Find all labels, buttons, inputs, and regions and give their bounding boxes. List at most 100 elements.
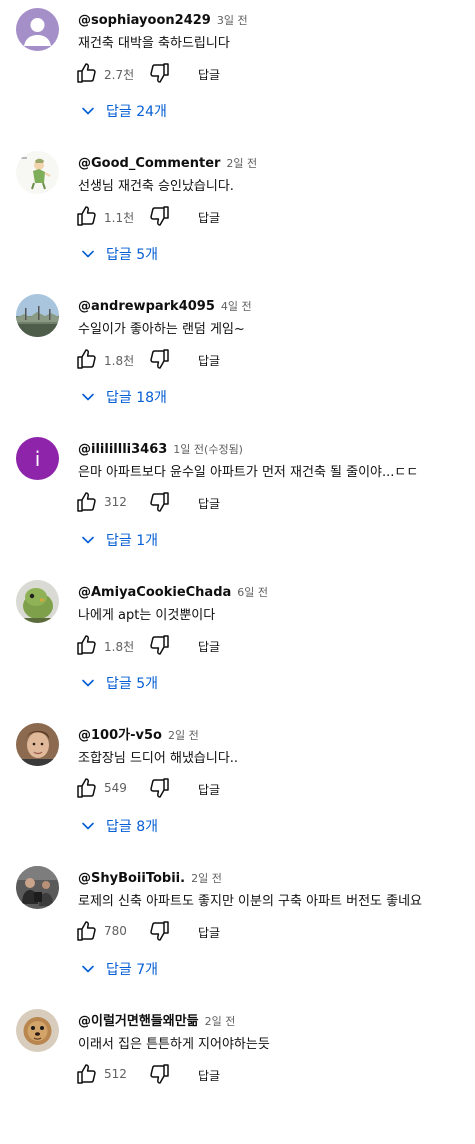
comment-thread: @100가-v5o 2일 전 조합장님 드디어 해냈습니다.. 549 답글 답글 8개: [0, 715, 475, 858]
thumbs-down-icon: [148, 347, 172, 371]
comment-thread: i @ililillli3463 1일 전(수정됨) 은마 아파트보다 윤수일 아파트…: [0, 429, 475, 572]
view-replies-button[interactable]: 답글 24개: [78, 100, 167, 128]
chevron-down-icon: [78, 816, 98, 836]
like-button[interactable]: [74, 633, 98, 657]
comment-timestamp[interactable]: 2일 전: [205, 1015, 236, 1028]
comment-text: 이래서 집은 튼튼하게 지어야하는듯: [78, 1037, 270, 1052]
comment-thread: @sophiayoon2429 3일 전 재건축 대박을 축하드립니다 2.7천 답글 답…: [0, 0, 475, 143]
thumbs-up-icon: [74, 1062, 98, 1086]
view-replies-button[interactable]: 답글 1개: [78, 529, 158, 557]
avatar[interactable]: [16, 866, 59, 909]
view-replies-button[interactable]: 답글 7개: [78, 958, 158, 986]
avatar[interactable]: [16, 723, 59, 766]
avatar[interactable]: [16, 8, 59, 51]
like-button[interactable]: [74, 204, 98, 228]
thumbs-down-icon: [148, 633, 172, 657]
comment-author[interactable]: @Good_Commenter: [78, 156, 220, 171]
chevron-down-icon: [78, 959, 98, 979]
like-button[interactable]: [74, 347, 98, 371]
comment-author[interactable]: @sophiayoon2429: [78, 13, 211, 28]
reply-button[interactable]: 답글: [198, 352, 220, 369]
comment-author[interactable]: @AmiyaCookieChada: [78, 585, 231, 600]
dislike-button[interactable]: [148, 347, 172, 371]
reply-button[interactable]: 답글: [198, 638, 220, 655]
thumbs-up-icon: [74, 776, 98, 800]
comment-timestamp[interactable]: 1일 전(수정됨): [173, 443, 243, 456]
reply-button[interactable]: 답글: [198, 1067, 220, 1084]
comment-timestamp[interactable]: 3일 전: [217, 14, 248, 27]
chevron-down-icon: [78, 244, 98, 264]
avatar[interactable]: [16, 294, 59, 337]
dislike-button[interactable]: [148, 490, 172, 514]
dislike-button[interactable]: [148, 919, 172, 943]
comment-timestamp[interactable]: 2일 전: [191, 872, 222, 885]
view-replies-button[interactable]: 답글 5개: [78, 672, 158, 700]
like-count: 1.8천: [104, 640, 135, 654]
like-count: 2.7천: [104, 68, 135, 82]
avatar[interactable]: i: [16, 437, 59, 480]
comment-thread: @andrewpark4095 4일 전 수일이가 좋아하는 랜덤 게임~ 1.8천 답…: [0, 286, 475, 429]
comment-actions: 1.8천 답글: [74, 631, 274, 661]
comment-author[interactable]: @이럴거면핸들왜만듦: [78, 1014, 199, 1029]
comment-thread: @AmiyaCookieChada 6일 전 나에게 apt는 이것뿐이다 1.8천 답…: [0, 572, 475, 715]
view-replies-button[interactable]: 답글 18개: [78, 386, 167, 414]
comment-text: 조합장님 드디어 해냈습니다..: [78, 751, 239, 766]
like-button[interactable]: [74, 61, 98, 85]
reply-button[interactable]: 답글: [198, 924, 220, 941]
reply-button[interactable]: 답글: [198, 66, 220, 83]
reply-button[interactable]: 답글: [198, 781, 220, 798]
comment-header: @andrewpark4095 4일 전: [78, 296, 252, 316]
thumbs-up-icon: [74, 347, 98, 371]
comment-timestamp[interactable]: 2일 전: [168, 729, 199, 742]
comment-header: @이럴거면핸들왜만듦 2일 전: [78, 1011, 235, 1031]
comment-author[interactable]: @ShyBoiiTobii.: [78, 871, 185, 886]
comment-text: 수일이가 좋아하는 랜덤 게임~: [78, 322, 245, 337]
thumbs-up-icon: [74, 919, 98, 943]
comment-actions: 1.1천 답글: [74, 202, 274, 232]
chevron-down-icon: [78, 530, 98, 550]
view-replies-button[interactable]: 답글 8개: [78, 815, 158, 843]
like-count: 512: [104, 1067, 127, 1081]
replies-count-label: 답글 18개: [106, 389, 167, 406]
thumbs-down-icon: [148, 1062, 172, 1086]
replies-count-label: 답글 7개: [106, 961, 158, 978]
like-count: 780: [104, 924, 127, 938]
comment-header: @100가-v5o 2일 전: [78, 725, 199, 745]
avatar[interactable]: [16, 580, 59, 623]
dislike-button[interactable]: [148, 204, 172, 228]
comment-header: @ililillli3463 1일 전(수정됨): [78, 439, 243, 459]
reply-button[interactable]: 답글: [198, 495, 220, 512]
comment-text: 선생님 재건축 승인났습니다.: [78, 179, 234, 194]
like-button[interactable]: [74, 776, 98, 800]
thumbs-down-icon: [148, 776, 172, 800]
comment-text: 로제의 신축 아파트도 좋지만 이분의 구축 아파트 버전도 좋네요: [78, 894, 423, 909]
replies-count-label: 답글 24개: [106, 103, 167, 120]
like-count: 1.8천: [104, 354, 135, 368]
dislike-button[interactable]: [148, 633, 172, 657]
chevron-down-icon: [78, 673, 98, 693]
comment-timestamp[interactable]: 6일 전: [237, 586, 268, 599]
avatar[interactable]: [16, 151, 59, 194]
chevron-down-icon: [78, 387, 98, 407]
thumbs-up-icon: [74, 490, 98, 514]
reply-button[interactable]: 답글: [198, 209, 220, 226]
like-count: 1.1천: [104, 211, 135, 225]
comment-header: @sophiayoon2429 3일 전: [78, 10, 248, 30]
dislike-button[interactable]: [148, 61, 172, 85]
like-button[interactable]: [74, 1062, 98, 1086]
avatar[interactable]: [16, 1009, 59, 1052]
dislike-button[interactable]: [148, 1062, 172, 1086]
dislike-button[interactable]: [148, 776, 172, 800]
comment-timestamp[interactable]: 2일 전: [226, 157, 257, 170]
like-button[interactable]: [74, 919, 98, 943]
comment-author[interactable]: @andrewpark4095: [78, 299, 215, 314]
comment-author[interactable]: @ililillli3463: [78, 442, 167, 457]
comment-author[interactable]: @100가-v5o: [78, 728, 162, 743]
comment-text: 나에게 apt는 이것뿐이다: [78, 608, 216, 623]
replies-count-label: 답글 5개: [106, 675, 158, 692]
view-replies-button[interactable]: 답글 5개: [78, 243, 158, 271]
comment-timestamp[interactable]: 4일 전: [221, 300, 252, 313]
comment-thread: @이럴거면핸들왜만듦 2일 전이래서 집은 튼튼하게 지어야하는듯 512 답글: [0, 1001, 475, 1144]
like-button[interactable]: [74, 490, 98, 514]
thumbs-up-icon: [74, 204, 98, 228]
